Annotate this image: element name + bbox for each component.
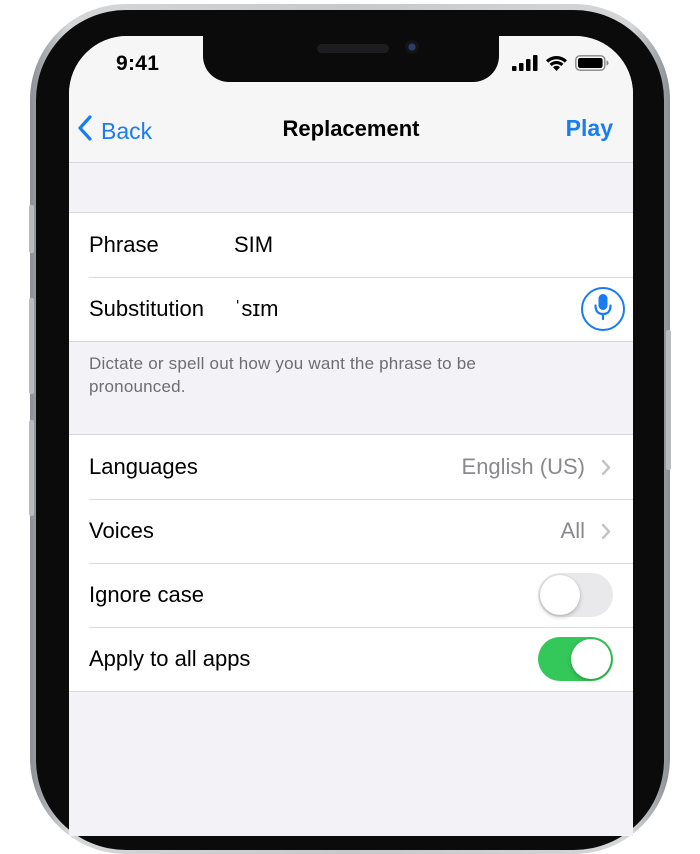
toggle-knob: [540, 575, 580, 615]
battery-icon: [575, 54, 609, 76]
wifi-icon: [545, 54, 568, 76]
languages-value: English (US): [461, 454, 585, 479]
silent-switch: [29, 205, 34, 253]
substitution-label: Substitution: [89, 296, 204, 321]
front-camera: [405, 40, 419, 54]
phrase-label: Phrase: [89, 232, 159, 257]
phrase-group: Phrase SIM Substitution ˈsɪm: [69, 212, 633, 342]
apply-all-apps-toggle[interactable]: [538, 637, 613, 681]
notch: [203, 36, 499, 82]
play-button[interactable]: Play: [566, 115, 613, 142]
voices-row[interactable]: Voices All: [69, 499, 633, 563]
phrase-field[interactable]: SIM: [234, 232, 273, 258]
voices-label: Voices: [89, 518, 154, 543]
dictation-button[interactable]: [581, 287, 625, 331]
page-title: Replacement: [282, 116, 420, 141]
substitution-row[interactable]: Substitution ˈsɪm: [69, 277, 633, 341]
ignore-case-toggle[interactable]: [538, 573, 613, 617]
volume-up-button: [29, 298, 34, 394]
languages-row[interactable]: Languages English (US): [69, 435, 633, 499]
voices-value: All: [560, 518, 585, 543]
power-button: [666, 330, 671, 470]
status-time: 9:41: [116, 52, 160, 75]
microphone-icon: [594, 293, 612, 326]
substitution-field[interactable]: ˈsɪm: [234, 296, 278, 322]
languages-label: Languages: [89, 454, 198, 479]
chevron-right-icon: [601, 523, 611, 545]
apply-all-apps-row: Apply to all apps: [69, 627, 633, 691]
phrase-footer-note: Dictate or spell out how you want the ph…: [89, 354, 477, 396]
ignore-case-row: Ignore case: [69, 563, 633, 627]
navigation-bar: Back Replacement Play: [69, 92, 633, 163]
phone-screen: 9:41 Back Replacement Play Phrase SIM Su…: [69, 36, 633, 836]
options-group: Languages English (US) Voices All Ignore…: [69, 434, 633, 692]
chevron-right-icon: [601, 459, 611, 481]
signal-icon: [512, 54, 538, 76]
earpiece-speaker: [317, 44, 389, 53]
ignore-case-label: Ignore case: [89, 582, 204, 607]
status-icons: [512, 54, 609, 76]
phrase-row[interactable]: Phrase SIM: [69, 213, 633, 277]
toggle-knob: [571, 639, 611, 679]
volume-down-button: [29, 420, 34, 516]
apply-all-apps-label: Apply to all apps: [89, 646, 251, 671]
